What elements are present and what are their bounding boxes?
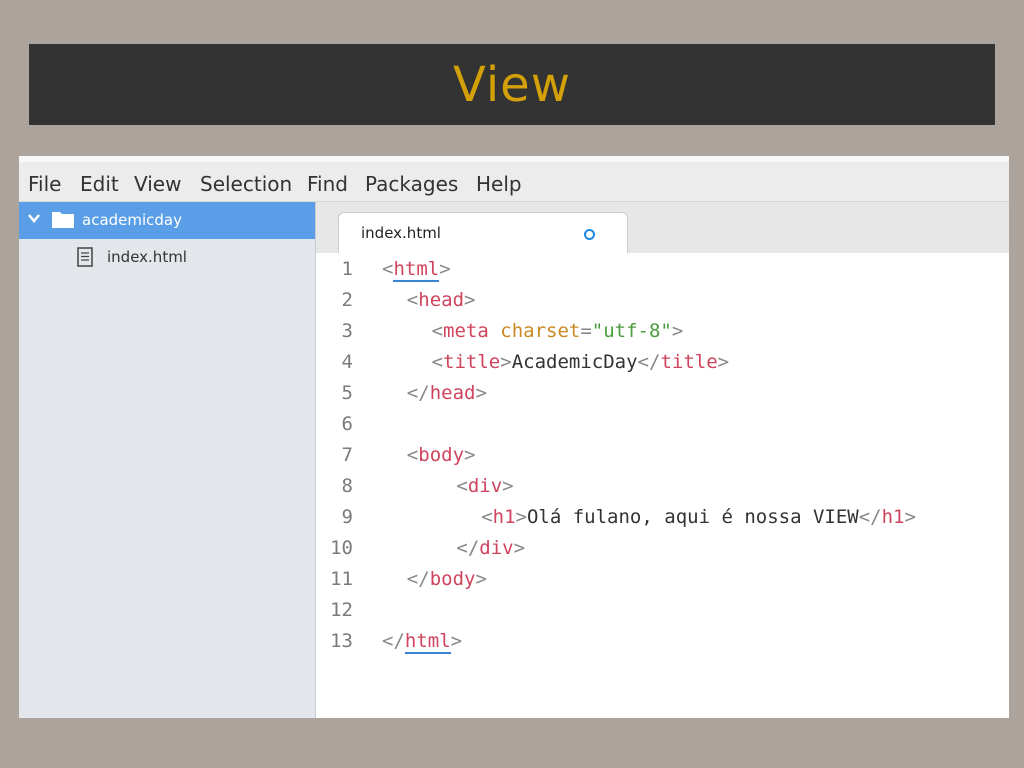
project-tree-sidebar: academicday index.html	[19, 202, 316, 718]
code-text: </body>	[406, 568, 487, 590]
tree-folder-academicday[interactable]: academicday	[19, 202, 315, 239]
menu-packages[interactable]: Packages	[365, 172, 458, 196]
line-number: 10	[330, 537, 353, 559]
code-text: <body>	[406, 444, 476, 466]
code-text: <div>	[456, 475, 514, 497]
code-line[interactable]: 9 <h1>Olá fulano, aqui é nossa VIEW</h1>	[316, 506, 1009, 537]
slide-title: View	[453, 56, 571, 113]
line-number: 1	[341, 258, 353, 280]
code-line[interactable]: 4 <title>AcademicDay</title>	[316, 351, 1009, 382]
code-text: <h1>Olá fulano, aqui é nossa VIEW</h1>	[481, 506, 916, 528]
line-number: 3	[341, 320, 353, 342]
menu-bar: File Edit View Selection Find Packages H…	[19, 156, 1009, 202]
code-line[interactable]: 6	[316, 413, 1009, 444]
menu-file[interactable]: File	[28, 172, 61, 196]
folder-icon	[52, 210, 74, 232]
tree-folder-label: academicday	[82, 211, 182, 229]
menu-find[interactable]: Find	[307, 172, 348, 196]
code-line[interactable]: 8 <div>	[316, 475, 1009, 506]
code-text: </html>	[382, 630, 463, 654]
line-number: 9	[341, 506, 353, 528]
menu-view[interactable]: View	[134, 172, 181, 196]
line-number: 6	[341, 413, 353, 435]
code-editor[interactable]: 1 <html> 2 <head> 3 <meta charset="utf-8"> 4 <t…	[316, 253, 1009, 718]
code-line[interactable]: 5 </head>	[316, 382, 1009, 413]
tab-bar: index.html	[316, 202, 1009, 255]
code-text: </div>	[456, 537, 526, 559]
code-line[interactable]: 13 </html>	[316, 630, 1009, 661]
code-text: </head>	[406, 382, 487, 404]
code-line[interactable]: 3 <meta charset="utf-8">	[316, 320, 1009, 351]
code-line[interactable]: 11 </body>	[316, 568, 1009, 599]
code-line[interactable]: 2 <head>	[316, 289, 1009, 320]
code-text: <title>AcademicDay</title>	[431, 351, 730, 373]
editor-window: File Edit View Selection Find Packages H…	[19, 156, 1009, 718]
line-number: 2	[341, 289, 353, 311]
code-line[interactable]: 7 <body>	[316, 444, 1009, 475]
tree-file-label: index.html	[107, 248, 187, 266]
code-text: <head>	[406, 289, 476, 311]
code-line[interactable]: 12	[316, 599, 1009, 630]
file-text-icon	[77, 247, 93, 271]
menu-help[interactable]: Help	[476, 172, 522, 196]
line-number: 5	[341, 382, 353, 404]
modified-indicator-icon[interactable]	[584, 229, 595, 240]
line-number: 8	[341, 475, 353, 497]
menu-edit[interactable]: Edit	[80, 172, 119, 196]
line-number: 12	[330, 599, 353, 621]
code-line[interactable]: 1 <html>	[316, 258, 1009, 289]
line-number: 4	[341, 351, 353, 373]
tree-file-index-html[interactable]: index.html	[19, 239, 315, 275]
chevron-down-icon[interactable]	[27, 211, 41, 229]
menu-selection[interactable]: Selection	[200, 172, 292, 196]
tab-index-html[interactable]: index.html	[338, 212, 628, 255]
code-line[interactable]: 10 </div>	[316, 537, 1009, 568]
tab-label: index.html	[361, 224, 441, 242]
code-text: <meta charset="utf-8">	[431, 320, 684, 342]
line-number: 7	[341, 444, 353, 466]
line-number: 13	[330, 630, 353, 652]
line-number: 11	[330, 568, 353, 590]
code-text: <html>	[382, 258, 451, 282]
slide-title-bar: View	[29, 44, 995, 125]
